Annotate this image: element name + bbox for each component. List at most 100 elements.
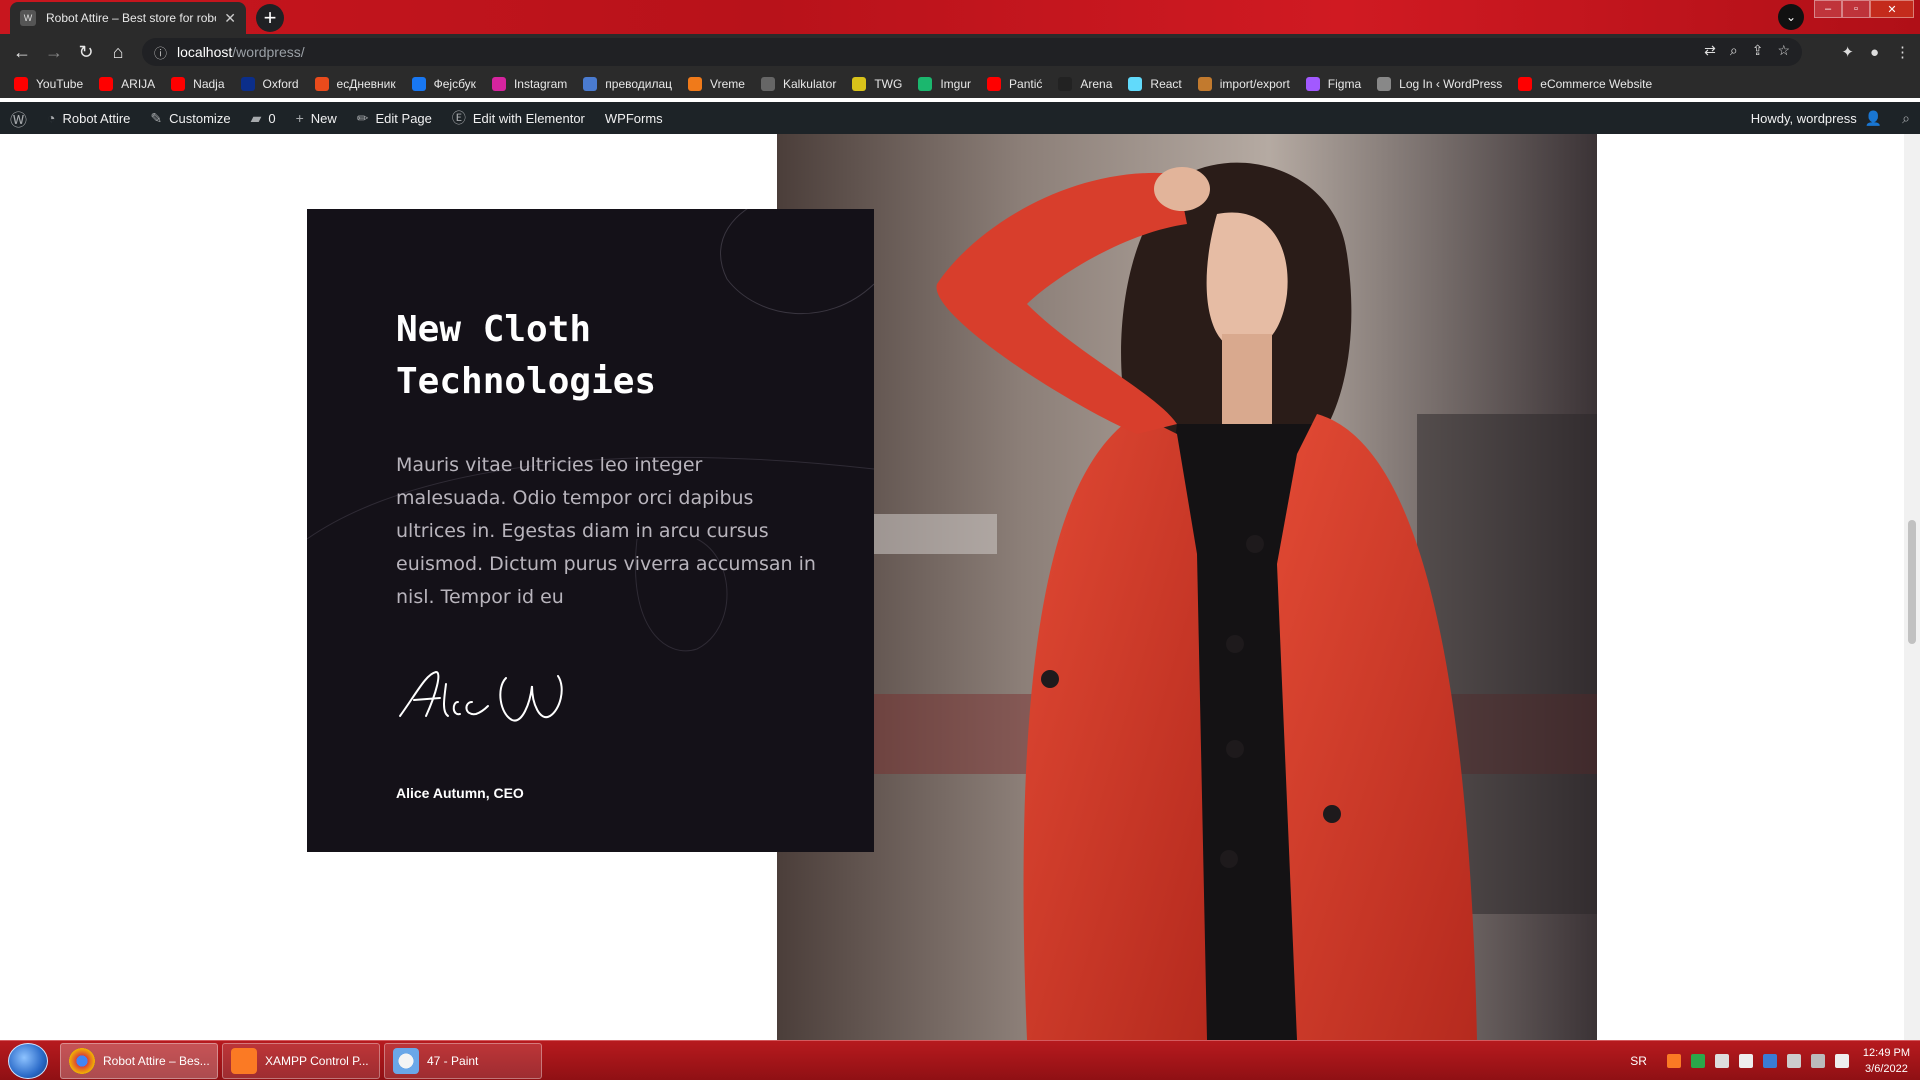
admin-elementor[interactable]: Ⓔ Edit with Elementor [442,102,595,134]
site-info-icon[interactable]: ⓘ [154,43,167,62]
page-icon [1377,77,1392,91]
admin-comments[interactable]: ▰ 0 [241,102,286,134]
bookmark-star-icon[interactable]: ☆ [1777,42,1790,59]
monitor-tray-icon[interactable] [1810,1054,1825,1068]
start-button[interactable] [8,1043,48,1079]
quote-card: New Cloth Technologies Mauris vitae ultr… [307,209,874,852]
page-content: New Cloth Technologies Mauris vitae ultr… [0,134,1904,1040]
home-button[interactable]: ⌂ [102,36,134,68]
bookmark-label: преводилац [605,77,673,91]
author-name: Alice Autumn, CEO [396,785,524,801]
address-bar[interactable]: ⓘ localhost/wordpress/ ⇄ ⌕ ⇪ ☆ [142,38,1802,66]
admin-new[interactable]: + New [286,102,347,134]
security-tray-icon[interactable] [1690,1054,1705,1068]
wordpress-favicon-icon: W [20,10,36,26]
bookmarks-bar: YouTube ARIJA Nadja Oxford есДневник Фејсбук I… [0,70,1920,98]
bookmark-item[interactable]: eCommerce Website [1518,77,1652,91]
share-icon[interactable]: ⇪ [1752,42,1764,59]
page-scrollbar[interactable] [1904,134,1920,1040]
bookmark-item[interactable]: Figma [1305,77,1361,91]
bookmark-item[interactable]: Instagram [491,77,567,91]
youtube-icon [1518,77,1533,91]
admin-account[interactable]: Howdy, wordpress 👤 [1741,102,1892,134]
tab-search-button[interactable]: ⌄ [1778,4,1804,30]
zoom-icon[interactable]: ⌕ [1730,42,1738,59]
taskbar-item-xampp[interactable]: XAMPP Control P... [222,1043,380,1079]
bookmark-item[interactable]: Фејсбук [411,77,476,91]
hero-photo [777,134,1597,1040]
clock-time: 12:49 PM [1862,1047,1910,1059]
bookmark-item[interactable]: Imgur [918,77,971,91]
language-indicator[interactable]: SR [1630,1054,1647,1068]
admin-wpforms[interactable]: WPForms [595,102,673,134]
imgur-icon [918,77,933,91]
back-button[interactable]: ← [6,36,38,68]
forward-button[interactable]: → [38,36,70,68]
browser-tab[interactable]: W Robot Attire – Best store for robo ✕ [10,2,246,34]
taskbar-item-label: XAMPP Control P... [265,1054,369,1068]
import-icon [1197,77,1212,91]
admin-site-label: Robot Attire [62,110,131,126]
system-tray: SR 12:49 PM 3/6/2022 [1630,1041,1910,1081]
taskbar-item-label: Robot Attire – Bes... [103,1054,210,1068]
bookmark-item[interactable]: Log In ‹ WordPress [1377,77,1502,91]
youtube-icon [99,77,114,91]
app-tray-icon[interactable] [1762,1054,1777,1068]
bookmark-item[interactable]: преводилац [583,77,672,91]
url-host: localhost [177,44,233,60]
clock[interactable]: 12:49 PM 3/6/2022 [1863,1045,1910,1077]
admin-customize[interactable]: ✎ Customize [140,102,240,134]
bookmark-label: Kalkulator [782,77,837,91]
bookmark-label: Oxford [262,77,299,91]
taskbar-item-paint[interactable]: 47 - Paint [384,1043,542,1079]
xampp-tray-icon[interactable] [1666,1054,1681,1068]
bookmark-item[interactable]: Arena [1058,77,1112,91]
bookmark-item[interactable]: YouTube [14,77,83,91]
volume-tray-icon[interactable] [1834,1054,1849,1068]
brush-icon: ✎ [150,109,163,126]
bookmark-item[interactable]: Oxford [240,77,299,91]
bookmark-label: Pantić [1009,77,1043,91]
bookmark-item[interactable]: Kalkulator [760,77,837,91]
bookmark-label: Imgur [940,77,972,91]
new-tab-button[interactable]: + [256,4,284,32]
bookmark-item[interactable]: TWG [852,77,902,91]
bookmark-item[interactable]: Pantić [987,77,1042,91]
profile-icon[interactable]: ● [1870,44,1879,61]
admin-edit-page-label: Edit Page [375,110,432,126]
plus-icon: + [295,110,304,126]
taskbar-item-chrome[interactable]: Robot Attire – Bes... [60,1043,218,1079]
admin-search-icon[interactable]: ⌕ [1892,102,1920,134]
maximize-button[interactable]: ▫ [1842,0,1870,18]
bookmark-label: Фејсбук [433,77,476,91]
bookmark-item[interactable]: React [1128,77,1182,91]
network-tray-icon[interactable] [1714,1054,1729,1068]
reload-button[interactable]: ↻ [70,36,102,68]
admin-site-name[interactable]: ◔ Robot Attire [37,102,140,134]
menu-icon[interactable]: ⋮ [1895,43,1910,61]
bookmark-label: Vreme [710,77,745,91]
bookmark-item[interactable]: import/export [1197,77,1290,91]
bookmark-label: TWG [874,77,903,91]
scrollbar-thumb[interactable] [1908,520,1916,644]
bookmark-item[interactable]: ARIJA [99,77,155,91]
weather-icon [688,77,703,91]
arena-icon [1058,77,1073,91]
bookmark-item[interactable]: Vreme [688,77,745,91]
usb-tray-icon[interactable] [1738,1054,1753,1068]
bookmark-label: Nadja [193,77,225,91]
clock-date: 3/6/2022 [1865,1063,1908,1075]
paint-icon [393,1048,419,1074]
bookmark-item[interactable]: Nadja [171,77,225,91]
wordpress-logo-icon[interactable]: Ⓦ [0,102,37,134]
tab-close-icon[interactable]: ✕ [224,10,236,27]
flag-tray-icon[interactable] [1786,1054,1801,1068]
bookmark-item[interactable]: есДневник [314,77,396,91]
extensions-icon[interactable]: ✦ [1841,43,1854,61]
minimize-button[interactable]: – [1814,0,1842,18]
bookmark-label: import/export [1219,77,1290,91]
admin-edit-page[interactable]: ✏ Edit Page [347,102,442,134]
comments-count: 0 [268,110,276,126]
translate-icon[interactable]: ⇄ [1704,42,1716,59]
close-window-button[interactable]: ✕ [1870,0,1914,18]
